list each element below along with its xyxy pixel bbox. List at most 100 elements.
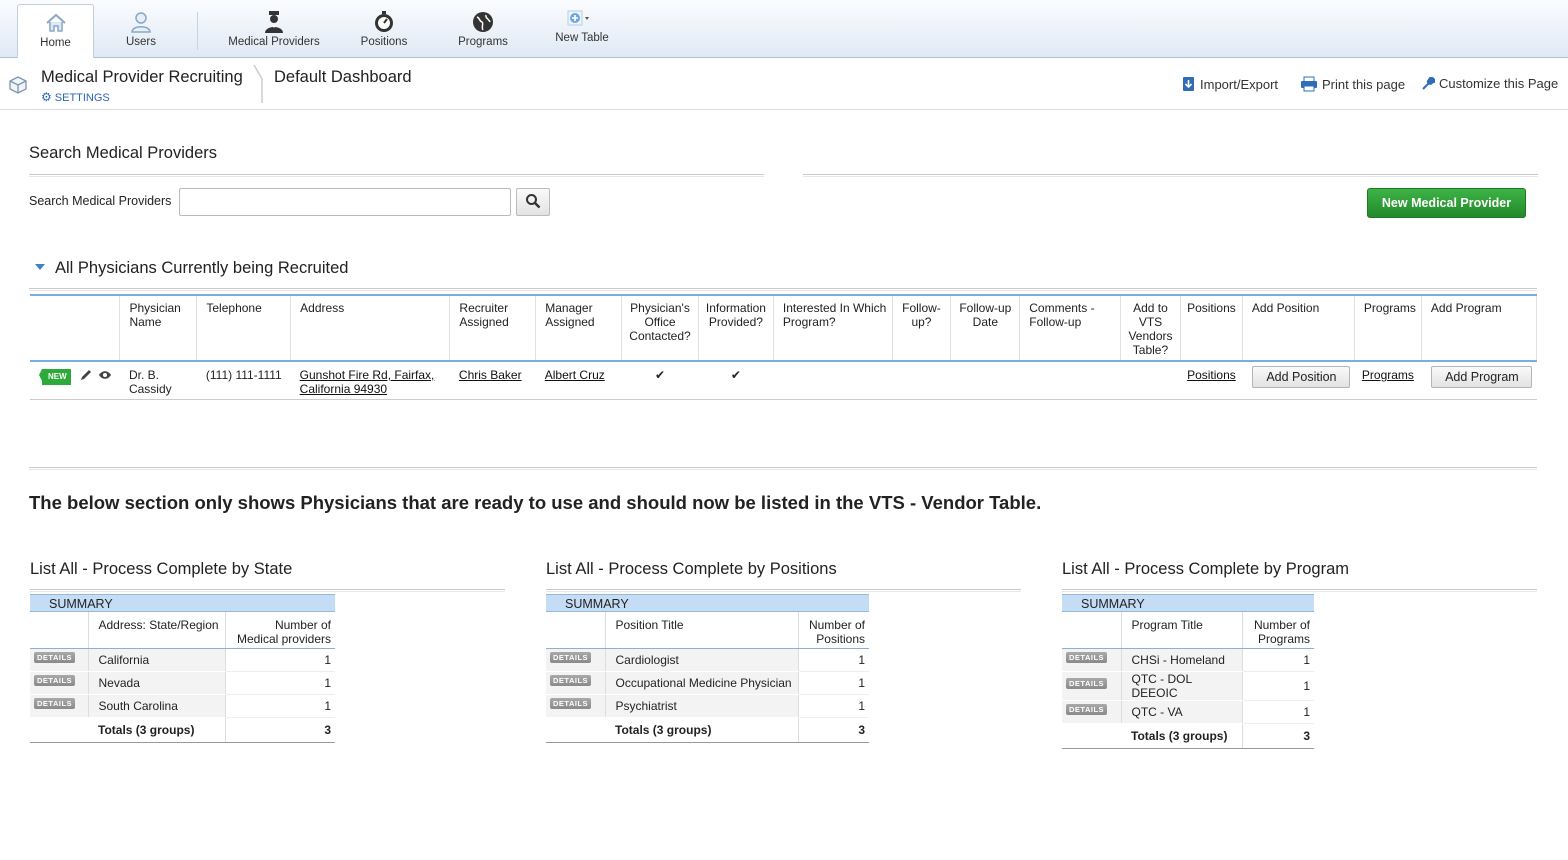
- search-button[interactable]: [516, 188, 550, 216]
- column-header[interactable]: Add to VTS Vendors Table?: [1120, 294, 1181, 362]
- doctor-icon: [265, 11, 283, 33]
- column-header[interactable]: Physician's Office Contacted?: [621, 294, 699, 362]
- import-export-icon: [1183, 77, 1194, 91]
- column-header[interactable]: Number of Programs: [1241, 611, 1314, 649]
- nav-tab-positions[interactable]: Positions: [350, 4, 418, 58]
- recruited-physicians-table: Physician Name Telephone Address Recruit…: [30, 294, 1538, 400]
- settings-link[interactable]: ⚙ SETTINGS: [41, 90, 110, 104]
- search-input[interactable]: [179, 188, 511, 216]
- column-header[interactable]: Programs: [1354, 294, 1422, 362]
- nav-tab-label: Positions: [360, 36, 408, 48]
- summary-row: DETAILS CHSi - Homeland 1: [1062, 648, 1314, 672]
- collapse-toggle-icon[interactable]: [35, 264, 45, 270]
- column-header[interactable]: Number of Positions: [797, 611, 869, 649]
- nav-tab-label: Home: [40, 37, 71, 49]
- programs-link[interactable]: Programs: [1362, 368, 1414, 382]
- group-label: Nevada: [88, 671, 225, 695]
- summary-title-positions: List All - Process Complete by Positions: [546, 560, 837, 578]
- address-link[interactable]: Gunshot Fire Rd, Fairfax, California 949…: [300, 368, 435, 396]
- programs-cell: Programs: [1354, 361, 1422, 400]
- summary-header: SUMMARY: [546, 594, 869, 612]
- new-medical-provider-button[interactable]: New Medical Provider: [1367, 188, 1526, 218]
- search-section-title: Search Medical Providers: [29, 144, 217, 162]
- app-title[interactable]: Medical Provider Recruiting: [41, 68, 243, 87]
- import-export-link[interactable]: Import/Export: [1181, 76, 1278, 92]
- recruiter-link[interactable]: Chris Baker: [459, 368, 522, 382]
- nav-tab-new-table[interactable]: New Table: [546, 0, 618, 54]
- comments: [1019, 361, 1121, 400]
- details-button[interactable]: DETAILS: [1066, 652, 1108, 663]
- column-header[interactable]: Address: State/Region: [88, 611, 225, 649]
- column-header[interactable]: Add Program: [1421, 294, 1538, 362]
- empty-header: [30, 611, 89, 649]
- details-button[interactable]: DETAILS: [34, 698, 76, 709]
- totals-label: Totals (3 groups): [546, 717, 798, 743]
- summary-row: DETAILS Psychiatrist 1: [546, 694, 869, 718]
- details-button[interactable]: DETAILS: [1066, 678, 1108, 689]
- add-position-cell: Add Position: [1242, 361, 1355, 400]
- details-button[interactable]: DETAILS: [550, 652, 592, 663]
- column-header[interactable]: Position Title: [605, 611, 798, 649]
- nav-tab-home[interactable]: Home: [17, 4, 94, 58]
- summary-row: DETAILS Cardiologist 1: [546, 648, 869, 672]
- address-cell: Gunshot Fire Rd, Fairfax, California 949…: [290, 361, 450, 400]
- summary-header: SUMMARY: [1062, 594, 1314, 612]
- edit-pencil-icon[interactable]: [79, 368, 93, 382]
- details-button[interactable]: DETAILS: [550, 675, 592, 686]
- section-divider: [803, 174, 1538, 177]
- nav-tab-label: Programs: [458, 36, 508, 48]
- column-header[interactable]: Interested In Which Program?: [773, 294, 893, 362]
- column-header[interactable]: Follow-up?: [892, 294, 952, 362]
- column-header[interactable]: Information Provided?: [698, 294, 774, 362]
- summary-table-positions: SUMMARY Position Title Number of Positio…: [546, 594, 869, 743]
- recruiter-cell: Chris Baker: [449, 361, 536, 400]
- dashboard-title: Default Dashboard: [274, 68, 412, 86]
- totals-value: 3: [1241, 723, 1314, 749]
- column-header[interactable]: Follow-up Date: [950, 294, 1021, 362]
- totals-value: 3: [797, 717, 869, 743]
- customize-link[interactable]: Customize this Page: [1421, 76, 1558, 91]
- details-button[interactable]: DETAILS: [34, 675, 76, 686]
- details-button[interactable]: DETAILS: [550, 698, 592, 709]
- positions-link[interactable]: Positions: [1187, 368, 1236, 382]
- column-header[interactable]: Recruiter Assigned: [449, 294, 537, 362]
- add-position-button[interactable]: Add Position: [1252, 366, 1351, 388]
- nav-tab-medical-providers[interactable]: Medical Providers: [222, 4, 326, 58]
- nav-tab-users[interactable]: Users: [105, 4, 177, 58]
- column-header[interactable]: Add Position: [1242, 294, 1355, 362]
- print-label: Print this page: [1322, 77, 1406, 92]
- add-program-cell: Add Program: [1421, 361, 1537, 400]
- print-link[interactable]: Print this page: [1300, 76, 1405, 92]
- column-header[interactable]: Positions: [1180, 294, 1243, 362]
- column-header[interactable]: Address: [290, 294, 451, 362]
- group-count: 1: [797, 671, 869, 695]
- nav-divider: [197, 12, 198, 50]
- add-program-button[interactable]: Add Program: [1431, 366, 1533, 388]
- details-button[interactable]: DETAILS: [34, 652, 76, 663]
- column-header[interactable]: Number of Medical providers: [224, 611, 335, 649]
- nav-tab-label: New Table: [555, 32, 609, 44]
- column-header[interactable]: Manager Assigned: [535, 294, 623, 362]
- settings-label: SETTINGS: [54, 92, 110, 104]
- column-header[interactable]: Physician Name: [119, 294, 198, 362]
- follow-up-date: [950, 361, 1020, 400]
- column-header[interactable]: Program Title: [1121, 611, 1242, 649]
- top-navigation: Home Users Medical Providers Positions P…: [0, 0, 1568, 58]
- group-label: South Carolina: [88, 694, 225, 718]
- customize-label: Customize this Page: [1439, 76, 1559, 91]
- column-header[interactable]: Comments - Follow-up: [1019, 294, 1122, 362]
- details-button[interactable]: DETAILS: [1066, 704, 1108, 715]
- section-divider: [29, 288, 1537, 291]
- summary-row: DETAILS QTC - DOL DEEOIC 1: [1062, 671, 1314, 701]
- user-icon: [131, 12, 151, 33]
- view-eye-icon[interactable]: [98, 369, 112, 381]
- group-count: 1: [224, 648, 335, 672]
- manager-link[interactable]: Albert Cruz: [545, 368, 605, 382]
- nav-tab-label: Medical Providers: [228, 36, 320, 48]
- summary-row: DETAILS Nevada 1: [30, 671, 335, 695]
- nav-tab-programs[interactable]: Programs: [450, 4, 516, 58]
- totals-row: Totals (3 groups) 3: [30, 717, 335, 743]
- column-header[interactable]: Telephone: [196, 294, 292, 362]
- group-label: Cardiologist: [605, 648, 798, 672]
- office-contacted-checkmark: ✔: [621, 361, 699, 400]
